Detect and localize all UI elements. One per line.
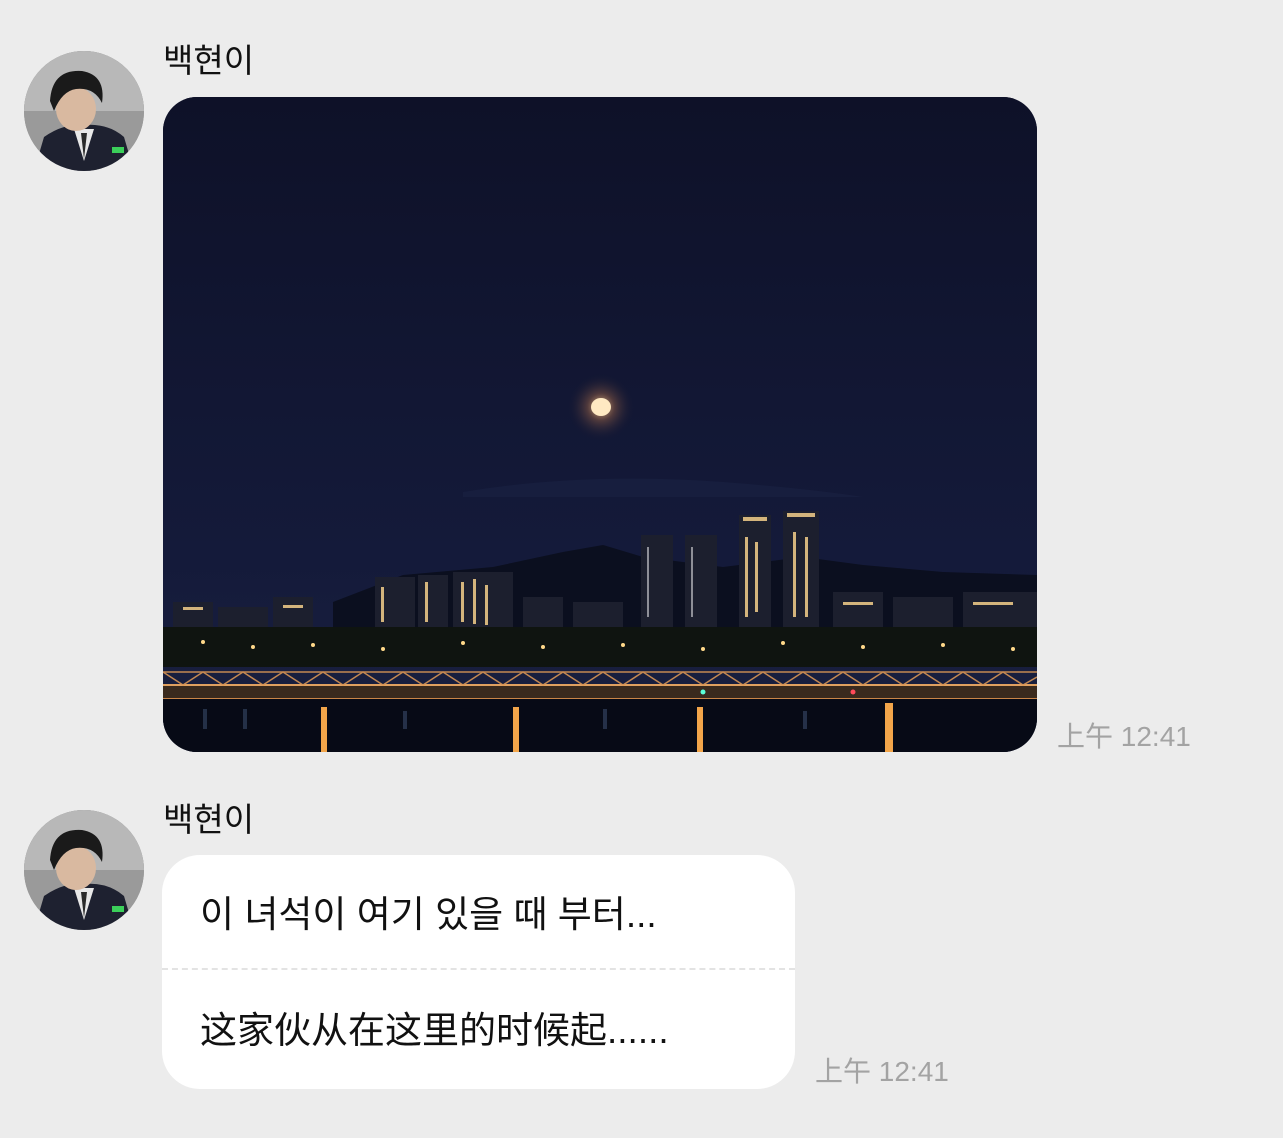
chat-window: 백현이 上午 12:41 백현이 이 녀석이 여기 있을 때 부터... 这家伙… bbox=[0, 0, 1283, 1138]
message-timestamp: 上午 12:41 bbox=[1057, 721, 1191, 752]
text-message-bubble[interactable]: 이 녀석이 여기 있을 때 부터... 这家伙从在这里的时候起...... bbox=[162, 855, 795, 1089]
translated-message-text: 这家伙从在这里的时候起...... bbox=[200, 1010, 669, 1051]
translation-divider bbox=[162, 968, 795, 970]
original-message-text: 이 녀석이 여기 있을 때 부터... bbox=[200, 894, 657, 935]
sender-name: 백현이 bbox=[163, 801, 255, 838]
sender-avatar[interactable] bbox=[24, 810, 144, 930]
sender-name: 백현이 bbox=[163, 42, 255, 79]
image-message[interactable] bbox=[163, 97, 1037, 752]
message-timestamp: 上午 12:41 bbox=[815, 1056, 949, 1087]
sender-avatar[interactable] bbox=[24, 51, 144, 171]
